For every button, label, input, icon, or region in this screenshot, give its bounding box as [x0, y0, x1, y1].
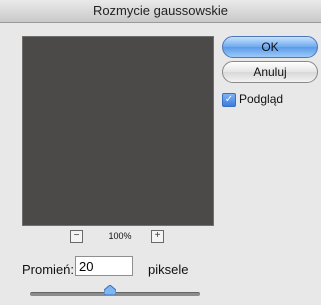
checkmark-icon[interactable]: ✓: [222, 93, 236, 107]
preview-label: Podgląd: [239, 92, 284, 106]
radius-input[interactable]: 20: [75, 256, 133, 276]
gaussian-blur-dialog: Rozmycie gaussowskie − 100% + OK Anuluj …: [0, 0, 321, 305]
zoom-controls: − 100% +: [70, 230, 170, 244]
radius-unit-label: piksele: [148, 262, 189, 277]
zoom-in-button[interactable]: +: [151, 230, 164, 243]
zoom-out-button[interactable]: −: [70, 230, 83, 243]
cancel-button[interactable]: Anuluj: [222, 61, 318, 83]
preview-area[interactable]: [22, 36, 214, 226]
dialog-title: Rozmycie gaussowskie: [0, 0, 321, 23]
radius-slider-thumb[interactable]: [103, 285, 116, 295]
radius-label: Promień:: [22, 262, 75, 277]
ok-button[interactable]: OK: [222, 36, 318, 58]
zoom-level: 100%: [108, 231, 132, 241]
